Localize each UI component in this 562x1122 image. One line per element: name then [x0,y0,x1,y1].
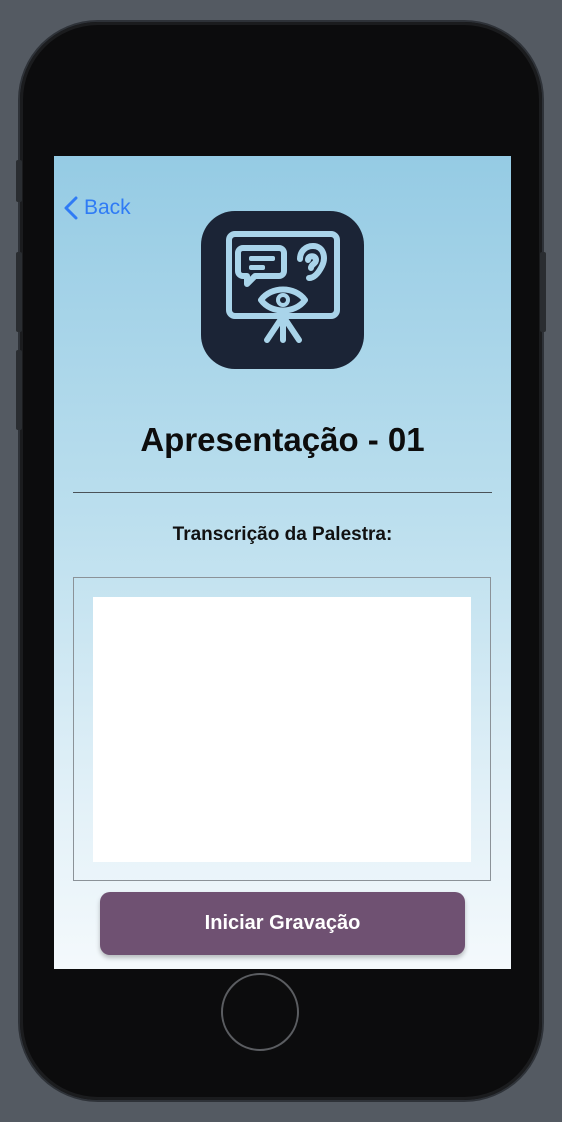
back-button[interactable]: Back [64,194,131,222]
transcript-label: Transcrição da Palestra: [172,524,393,545]
transcript-text-area[interactable] [93,597,471,862]
chevron-left-icon [64,196,78,220]
home-button[interactable] [221,973,299,1051]
app-screen: Back Apresentação - 01 Transcrição da Pa… [54,156,511,969]
volume-up-button [16,252,22,332]
page-title: Apresentação - 01 [140,421,425,458]
volume-down-button [16,350,22,430]
transcript-container [73,577,491,881]
start-recording-button[interactable]: Iniciar Gravação [100,892,465,955]
presentation-listen-watch-icon [201,211,364,369]
title-divider [73,492,492,493]
mute-switch [16,160,22,202]
back-label: Back [84,196,131,219]
power-button [540,252,546,332]
